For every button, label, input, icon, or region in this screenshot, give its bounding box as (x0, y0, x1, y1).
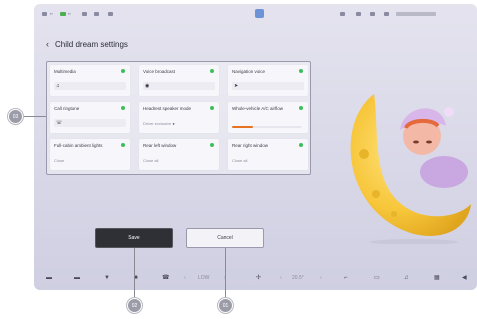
climate-icon[interactable]: ▼ (104, 271, 110, 285)
enabled-indicator (121, 143, 125, 147)
bottom-dock: ▬ ▬ ▼ ■ ☎ ‹ LOW › ✢ ‹ 20.5° › ⌐ ▭ ♫ ▦ ◀ (34, 267, 477, 290)
phone-icon: ☏ (56, 120, 63, 126)
enabled-indicator (121, 106, 125, 110)
tile-value: Close (54, 158, 65, 163)
tile-navigation-voice[interactable]: Navigation voice ➤ (228, 65, 308, 96)
notification-icon (370, 12, 375, 16)
header: ‹ Child dream settings (46, 37, 128, 51)
status-icon (108, 12, 113, 16)
enabled-indicator (210, 143, 214, 147)
sleeping-child-moon-illustration (350, 94, 471, 244)
tile-headrest-speaker-mode[interactable]: Headrest speaker mode Driver exclusive ● (139, 102, 219, 133)
location-icon (340, 12, 345, 16)
tile-label: Multimedia (54, 69, 76, 74)
music-icon[interactable]: ♫ (404, 271, 409, 285)
seat-heat-icon[interactable]: ⌐ (344, 271, 348, 285)
enabled-indicator (210, 69, 214, 73)
apps-grid-icon[interactable]: ▦ (434, 271, 440, 285)
tile-label: Navigation voice (232, 69, 266, 74)
signal-icon (42, 12, 47, 16)
tile-rear-left-window[interactable]: Rear left window Close all (139, 139, 219, 170)
navigation-arrow-icon: ➤ (234, 83, 239, 89)
airflow-slider-fill (232, 126, 253, 128)
info-icon[interactable]: ● (172, 121, 174, 126)
tile-label: Whole-vehicle A/C airflow (232, 106, 284, 111)
wifi-icon (82, 12, 87, 16)
settings-panel: Multimedia ♫ Voice broadcast ◉ Navigatio… (46, 61, 311, 175)
tile-rear-right-window[interactable]: Rear right window Close all (228, 139, 308, 170)
app-center-icon[interactable] (255, 9, 264, 18)
music-note-icon: ♫ (56, 83, 60, 89)
infotainment-screen: ▪▪ ▪▪ ‹ Child dream settings Multimedia … (34, 4, 477, 290)
seat-icon[interactable]: ▬ (74, 271, 80, 285)
navigation-voice-field[interactable]: ➤ (232, 82, 304, 90)
tile-label: Rear left window (143, 143, 177, 148)
tile-ambient-lights[interactable]: Full-cabin ambient lights Close (50, 139, 130, 170)
tile-label: Full-cabin ambient lights (54, 143, 103, 148)
battery-indicator-icon: ▪▪ (68, 11, 71, 16)
voice-broadcast-field[interactable]: ◉ (143, 82, 215, 90)
tile-label: Headrest speaker mode (143, 106, 192, 111)
tile-value: Driver exclusive ● (143, 121, 175, 126)
callout-badge: 01 (218, 298, 233, 313)
status-bar: ▪▪ ▪▪ (34, 4, 477, 24)
speaker-icon: ◉ (145, 83, 150, 89)
tile-label: Voice broadcast (143, 69, 176, 74)
callout-leader (24, 116, 46, 117)
fan-level: LOW (198, 275, 210, 281)
network-icon (384, 12, 389, 16)
clock (396, 12, 436, 16)
enabled-indicator (121, 69, 125, 73)
tile-label: Call ringtone (54, 106, 80, 111)
bluetooth-icon (94, 12, 99, 16)
phone-dock-icon[interactable]: ☎ (162, 271, 169, 285)
callout-leader (225, 248, 226, 298)
tile-ac-airflow[interactable]: Whole-vehicle A/C airflow (228, 102, 308, 133)
callout-leader (134, 248, 135, 298)
callout-badge: 03 (8, 109, 23, 124)
temperature: 20.5° (292, 275, 304, 281)
save-button[interactable]: Save (95, 228, 173, 248)
tile-value: Close all (232, 158, 248, 163)
temp-decrease-icon[interactable]: ‹ (280, 271, 282, 285)
enabled-indicator (299, 143, 303, 147)
enabled-indicator (210, 106, 214, 110)
fan-icon[interactable]: ✢ (256, 271, 261, 285)
enabled-indicator (299, 106, 303, 110)
tile-multimedia[interactable]: Multimedia ♫ (50, 65, 130, 96)
tile-call-ringtone[interactable]: Call ringtone ☏ (50, 102, 130, 133)
callout-badge: 02 (127, 298, 142, 313)
tile-label: Rear right window (232, 143, 269, 148)
tile-value: Close all (143, 158, 159, 163)
tile-value-text: Driver exclusive (143, 121, 172, 126)
multimedia-field[interactable]: ♫ (54, 82, 126, 90)
car-icon[interactable]: ▬ (46, 271, 52, 285)
screen-icon[interactable]: ▭ (374, 271, 380, 285)
volume-icon (356, 12, 361, 16)
airflow-slider[interactable] (232, 126, 302, 128)
enabled-indicator (299, 69, 303, 73)
tile-voice-broadcast[interactable]: Voice broadcast ◉ (139, 65, 219, 96)
temp-increase-icon[interactable]: › (320, 271, 322, 285)
battery-icon (60, 12, 66, 16)
fan-decrease-icon[interactable]: ‹ (184, 271, 186, 285)
volume-dock-icon[interactable]: ◀ (462, 271, 467, 285)
page-title: Child dream settings (55, 39, 128, 49)
carrier-icon: ▪▪ (50, 11, 53, 16)
back-arrow-icon[interactable]: ‹ (46, 39, 49, 49)
cancel-button[interactable]: Cancel (186, 228, 264, 248)
call-ringtone-field[interactable]: ☏ (54, 119, 126, 127)
